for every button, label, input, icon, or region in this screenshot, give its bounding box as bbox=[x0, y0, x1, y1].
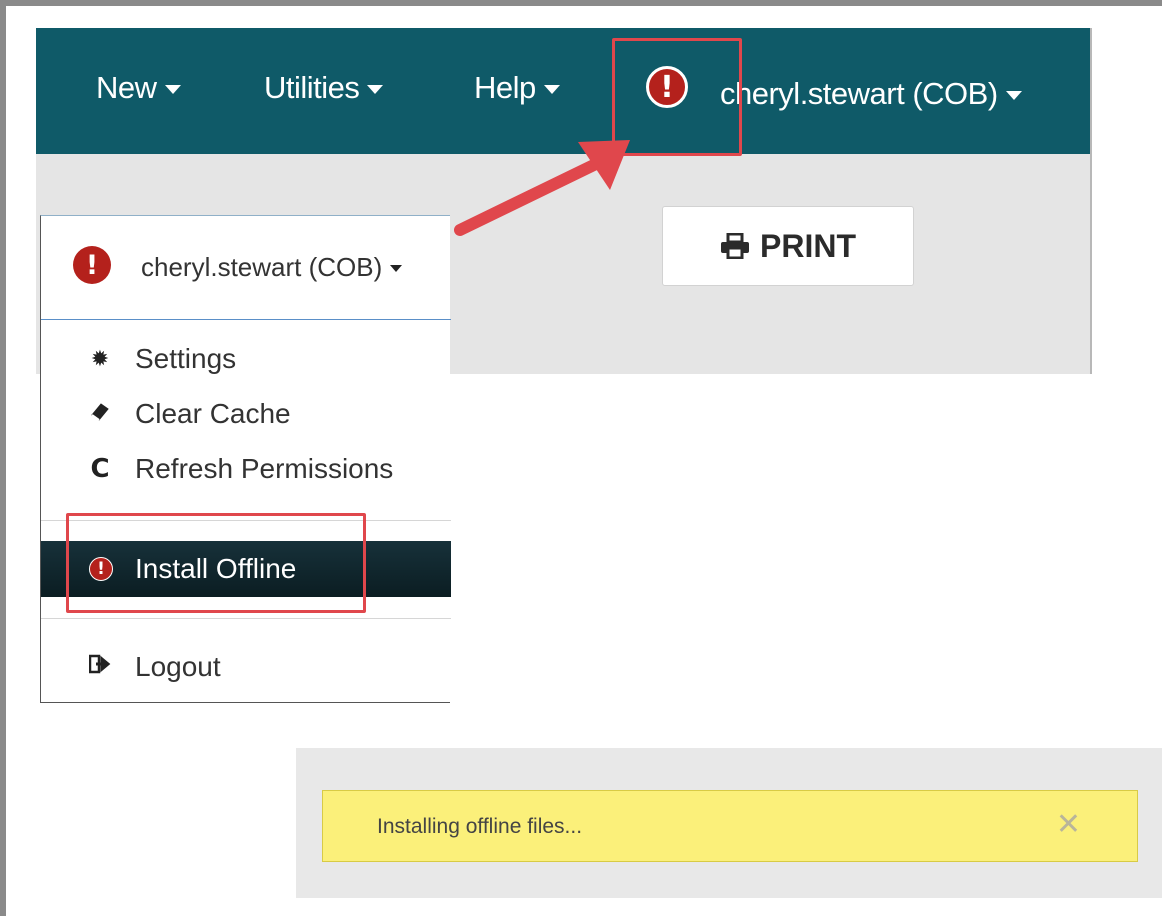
user-dropdown-menu: ! cheryl.stewart (COB) ✹ Settings Clear … bbox=[40, 215, 451, 703]
nav-new-menu[interactable]: New bbox=[96, 70, 181, 106]
print-button[interactable]: PRINT bbox=[662, 206, 914, 286]
gear-icon: ✹ bbox=[90, 346, 110, 372]
exclamation-circle-icon: ! bbox=[73, 246, 111, 284]
caret-down-icon bbox=[164, 84, 181, 94]
menu-item-label: Refresh Permissions bbox=[135, 453, 394, 484]
dropdown-user-toggle[interactable]: cheryl.stewart (COB) bbox=[141, 252, 403, 283]
exclamation-circle-icon[interactable]: ! bbox=[646, 66, 688, 108]
notification-screenshot: Installing offline files... ✕ bbox=[296, 748, 1162, 898]
install-notification-bar: Installing offline files... ✕ bbox=[322, 790, 1138, 862]
dropdown-user-label: cheryl.stewart (COB) bbox=[141, 252, 383, 282]
caret-down-icon bbox=[367, 84, 384, 94]
nav-user-menu[interactable]: cheryl.stewart (COB) bbox=[720, 76, 1022, 112]
refresh-icon: C bbox=[90, 454, 110, 484]
exclamation-circle-icon: ! bbox=[89, 557, 113, 581]
nav-item-label: Utilities bbox=[264, 70, 360, 105]
menu-divider bbox=[41, 618, 451, 619]
nav-item-label: Help bbox=[474, 70, 536, 105]
top-navbar: New Utilities Help ! cheryl.stewart (COB… bbox=[36, 28, 1090, 154]
print-icon bbox=[721, 233, 749, 259]
eraser-icon bbox=[87, 400, 113, 428]
menu-divider bbox=[41, 520, 451, 521]
nav-item-label: New bbox=[96, 70, 157, 105]
nav-user-label: cheryl.stewart (COB) bbox=[720, 76, 998, 111]
caret-down-icon bbox=[543, 84, 560, 94]
menu-item-clear-cache[interactable]: Clear Cache bbox=[41, 390, 451, 438]
menu-item-label: Settings bbox=[135, 343, 237, 374]
dropdown-header[interactable]: ! cheryl.stewart (COB) bbox=[41, 216, 451, 320]
close-icon[interactable]: ✕ bbox=[1056, 807, 1081, 842]
print-label: PRINT bbox=[760, 227, 856, 264]
menu-item-label: Logout bbox=[135, 651, 221, 682]
menu-item-install-offline[interactable]: ! Install Offline bbox=[41, 541, 451, 597]
sign-out-icon bbox=[87, 654, 113, 680]
menu-item-logout[interactable]: Logout bbox=[41, 643, 451, 691]
nav-utilities-menu[interactable]: Utilities bbox=[264, 70, 384, 106]
nav-help-menu[interactable]: Help bbox=[474, 70, 560, 106]
menu-item-label: Install Offline bbox=[135, 553, 297, 584]
menu-item-settings[interactable]: ✹ Settings bbox=[41, 335, 451, 383]
caret-down-icon bbox=[390, 265, 403, 272]
caret-down-icon bbox=[1005, 90, 1022, 100]
menu-item-refresh-permissions[interactable]: C Refresh Permissions bbox=[41, 445, 451, 493]
notification-message: Installing offline files... bbox=[377, 815, 583, 838]
menu-item-label: Clear Cache bbox=[135, 398, 291, 429]
